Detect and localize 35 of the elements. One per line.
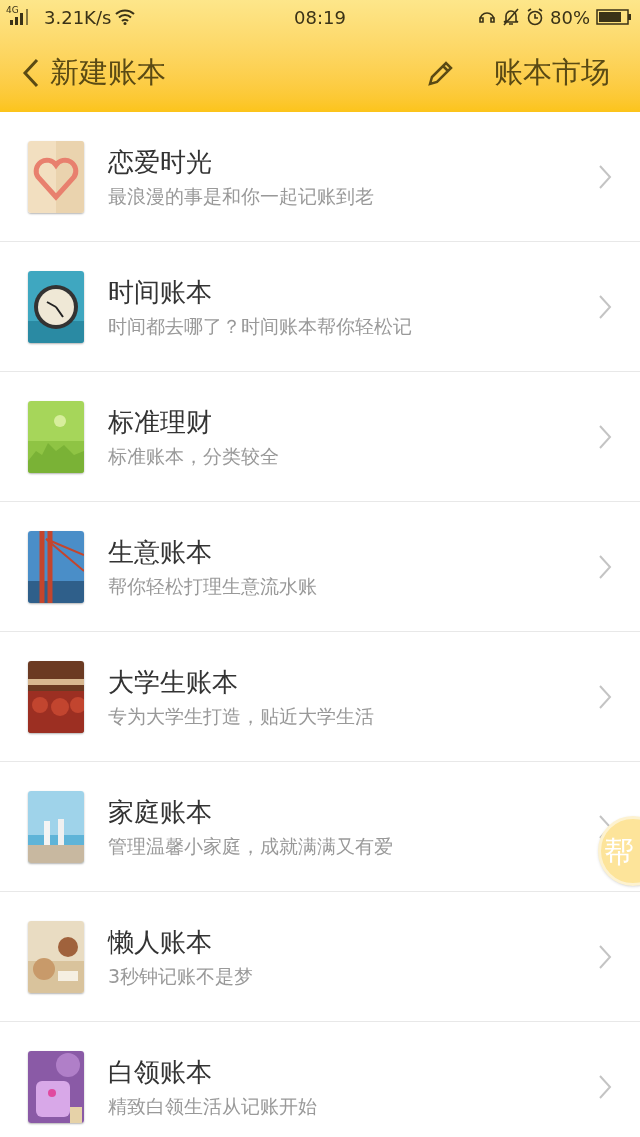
book-title: 大学生账本 [108,665,239,699]
clock-time: 08:19 [293,5,347,30]
book-description: 专为大学生打造，贴近大学生活 [108,703,375,729]
headset-icon [478,9,496,25]
chevron-right-icon [598,943,612,970]
battery-percent: 80% [550,5,590,30]
book-market-button[interactable]: 账本市场 [494,51,610,95]
book-description: 最浪漫的事是和你一起记账到老 [108,183,375,209]
book-title: 标准理财 [108,405,213,439]
book-title: 生意账本 [108,535,213,569]
battery-icon [596,8,632,26]
back-button[interactable]: 新建账本 [22,51,166,95]
book-description: 精致白领生活从记账开始 [108,1093,318,1119]
network-type: 4G [6,4,20,18]
book-description: 3秒钟记账不是梦 [108,963,255,989]
chevron-right-icon [598,683,612,710]
book-title: 恋爱时光 [108,145,213,179]
chevron-right-icon [598,553,612,580]
book-description: 标准账本，分类较全 [108,443,280,469]
chevron-right-icon [598,423,612,450]
chevron-right-icon [598,1073,612,1100]
wifi-icon [115,9,136,25]
alarm-icon [526,8,544,26]
back-icon [22,57,40,89]
book-title: 时间账本 [108,275,213,309]
book-title: 懒人账本 [108,925,213,959]
book-title: 白领账本 [108,1055,213,1089]
book-description: 时间都去哪了？时间账本帮你轻松记 [108,313,413,339]
chevron-right-icon [598,163,612,190]
book-title: 家庭账本 [108,795,213,829]
book-description: 管理温馨小家庭，成就满满又有爱 [108,833,394,859]
network-speed: 3.21K/s [44,5,112,30]
chevron-right-icon [598,293,612,320]
book-description: 帮你轻松打理生意流水账 [108,573,318,599]
bell-muted-icon [502,8,520,26]
